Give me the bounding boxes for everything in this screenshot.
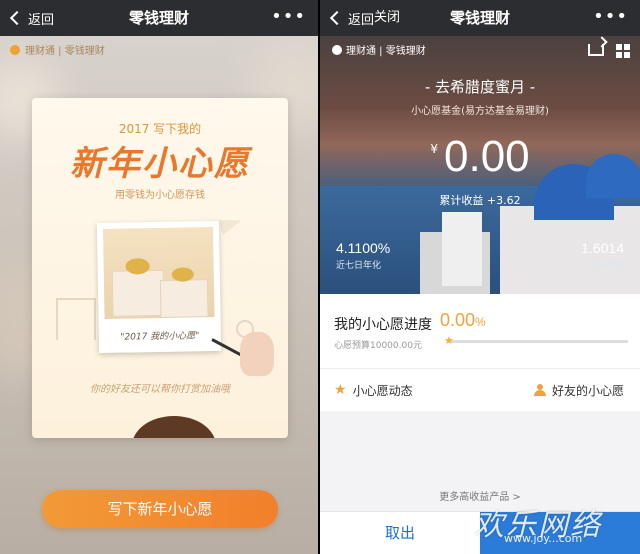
licaitong-logo-icon (10, 44, 20, 55)
arch-icon (56, 298, 96, 340)
wish-hero: 理财通 | 零钱理财 - 去希腊度蜜月 - 小心愿基金(易方达基金易理财) ¥0… (320, 36, 640, 294)
back-label: 返回 (348, 12, 375, 28)
balance-amount: ¥0.00 (320, 132, 640, 182)
write-wish-button[interactable]: 写下新年小心愿 (42, 490, 278, 528)
wan-value: 1.6014 (581, 240, 624, 256)
polaroid-photo: "2017 我的小心愿" (96, 220, 222, 354)
friends-wish-label: 好友的小心愿 (551, 383, 624, 398)
progress-title: 我的小心愿进度 (334, 317, 432, 333)
wish-budget: 心愿预算10000.00元 (334, 341, 422, 351)
wish-news-label: 小心愿动态 (352, 383, 413, 398)
child-head-illustration (132, 416, 216, 438)
wish-news-link[interactable]: ★ 小心愿动态 (334, 369, 413, 411)
gift-box (111, 269, 165, 317)
bottom-bar: 取出 (320, 511, 640, 554)
paper-plane-icon (218, 212, 244, 236)
progress-track (448, 340, 628, 343)
back-button[interactable]: 返回 (8, 0, 54, 36)
progress-percent: 0.00% (440, 310, 486, 331)
right-screen: 返回 关闭 零钱理财 ••• 理财通 | 零钱理财 - 去希腊度蜜月 - 小心愿… (320, 0, 640, 554)
balance-value: 0.00 (444, 132, 530, 181)
wan-label: 万份收益 (587, 261, 624, 271)
card-footer-text: 你的好友还可以帮你打赏加油哦 (90, 384, 230, 395)
seven-day-yield: 4.1100% 近七日年化 (336, 240, 390, 271)
brand-label: 理财通 | 零钱理财 (332, 42, 426, 57)
friends-wish-link[interactable]: 好友的小心愿 (533, 369, 624, 411)
back-label: 返回 (28, 12, 55, 28)
nav-bar: 返回 零钱理财 ••• (0, 0, 318, 36)
percent-sign: % (475, 315, 486, 329)
share-icon[interactable] (588, 44, 604, 56)
wish-progress: 我的小心愿进度 0.00% 心愿预算10000.00元 ★ (320, 294, 640, 368)
gift-box (159, 279, 209, 318)
brand-label: 理财通 | 零钱理财 (10, 42, 105, 57)
per-ten-thousand-income: 1.6014 万份收益 (581, 240, 624, 271)
star-icon: ★ (334, 382, 347, 398)
yield-label: 近七日年化 (336, 261, 382, 271)
star-marker-icon: ★ (444, 334, 454, 347)
back-button[interactable]: 返回 (328, 0, 374, 36)
more-menu-button[interactable]: ••• (271, 0, 306, 36)
grid-menu-icon[interactable] (616, 44, 630, 58)
left-screen: 返回 零钱理财 ••• 理财通 | 零钱理财 2017 写下我的 新年小心愿 用… (0, 0, 318, 554)
licaitong-logo-icon (332, 44, 342, 55)
bell-tower (442, 212, 482, 286)
withdraw-button[interactable]: 取出 (320, 512, 480, 554)
gift-photo (102, 227, 215, 319)
fund-name: 小心愿基金(易方达基金易理财) (411, 106, 549, 117)
chevron-left-icon (9, 10, 25, 26)
yield-value: 4.1100% (336, 240, 391, 256)
chevron-left-icon (329, 10, 345, 26)
brand-text: 理财通 | 零钱理财 (346, 46, 426, 57)
progress-percent-value: 0.00 (440, 310, 476, 330)
wish-card: 2017 写下我的 新年小心愿 用零钱为小心愿存钱 "2017 我的小心愿" 你… (32, 98, 288, 438)
brand-text: 理财通 | 零钱理财 (25, 46, 105, 57)
more-products-link[interactable]: 更多高收益产品 > (320, 488, 640, 503)
deposit-button[interactable] (480, 512, 640, 554)
card-year-line: 2017 写下我的 (118, 122, 202, 136)
card-headline: 新年小心愿 (70, 144, 250, 184)
person-icon (533, 384, 546, 396)
currency-symbol: ¥ (430, 142, 438, 156)
nav-bar: 返回 关闭 零钱理财 ••• (320, 0, 640, 36)
close-button[interactable]: 关闭 (374, 0, 400, 36)
more-menu-button[interactable]: ••• (593, 0, 628, 36)
wish-title: - 去希腊度蜜月 - (424, 78, 536, 96)
photo-caption: "2017 我的小心愿" (120, 331, 200, 343)
cumulative-income: 累计收益 +3.62 (439, 194, 521, 207)
links-row: ★ 小心愿动态 好友的小心愿 (320, 368, 640, 411)
card-subline: 用零钱为小心愿存钱 (115, 190, 205, 201)
hand-illustration (240, 332, 274, 376)
